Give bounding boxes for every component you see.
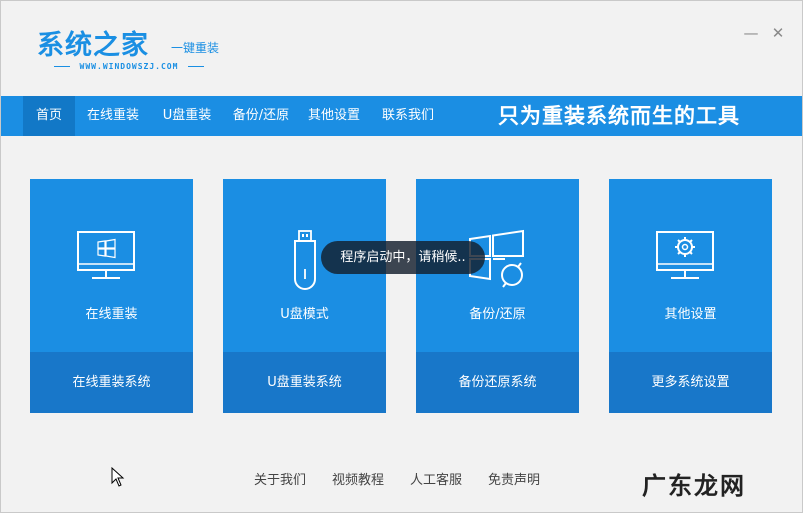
nav-item-backup-restore[interactable]: 备份/还原: [226, 96, 296, 136]
footer-link-customer-service[interactable]: 人工客服: [410, 469, 462, 488]
minimize-button[interactable]: —: [743, 25, 759, 41]
main-nav: 首页 在线重装 U盘重装 备份/还原 其他设置 联系我们 只为重装系统而生的工具: [1, 96, 802, 136]
card-backup-restore[interactable]: 备份/还原 备份还原系统: [416, 179, 579, 413]
card-top[interactable]: 在线重装: [30, 179, 193, 352]
windows-monitor-icon: [77, 231, 135, 279]
close-button[interactable]: ✕: [770, 25, 786, 41]
card-title: U盘模式: [280, 307, 329, 322]
nav-item-online-reinstall[interactable]: 在线重装: [81, 96, 145, 136]
footer-link-video-tutorial[interactable]: 视频教程: [332, 469, 384, 488]
title-bar[interactable]: 系统之家 一键重装 WWW.WINDOWSZJ.COM — ✕: [1, 1, 802, 95]
nav-item-home[interactable]: 首页: [23, 96, 75, 136]
card-title: 其他设置: [664, 307, 717, 322]
logo-subtitle: 一键重装: [171, 41, 220, 55]
card-online-reinstall[interactable]: 在线重装 在线重装系统: [30, 179, 193, 413]
nav-item-other-settings[interactable]: 其他设置: [302, 96, 366, 136]
footer-link-about[interactable]: 关于我们: [254, 469, 306, 488]
online-reinstall-button[interactable]: 在线重装系统: [30, 352, 193, 413]
usb-reinstall-button[interactable]: U盘重装系统: [223, 352, 386, 413]
slogan: 只为重装系统而生的工具: [498, 104, 740, 128]
card-top[interactable]: 其他设置: [609, 179, 772, 352]
nav-item-contact-us[interactable]: 联系我们: [376, 96, 440, 136]
logo-title: 系统之家: [37, 30, 149, 61]
settings-monitor-icon: [656, 231, 714, 279]
divider: [53, 66, 70, 67]
card-title: 在线重装: [85, 307, 138, 322]
nav-item-usb-reinstall[interactable]: U盘重装: [155, 96, 219, 136]
card-usb-mode[interactable]: U盘模式 U盘重装系统: [223, 179, 386, 413]
watermark: 广东龙网: [642, 472, 746, 500]
card-title: 备份/还原: [469, 307, 526, 322]
app-window: 系统之家 一键重装 WWW.WINDOWSZJ.COM — ✕ 首页 在线重装 …: [0, 0, 803, 513]
more-settings-button[interactable]: 更多系统设置: [609, 352, 772, 413]
card-other-settings[interactable]: 其他设置 更多系统设置: [609, 179, 772, 413]
logo-url-text: WWW.WINDOWSZJ.COM: [79, 62, 179, 71]
divider: [188, 66, 205, 67]
logo-url: WWW.WINDOWSZJ.COM: [37, 62, 221, 71]
backup-restore-button[interactable]: 备份还原系统: [416, 352, 579, 413]
mouse-cursor-icon: [111, 467, 125, 487]
loading-toast: 程序启动中，请稍候..: [321, 241, 485, 274]
footer-link-disclaimer[interactable]: 免责声明: [488, 469, 540, 488]
